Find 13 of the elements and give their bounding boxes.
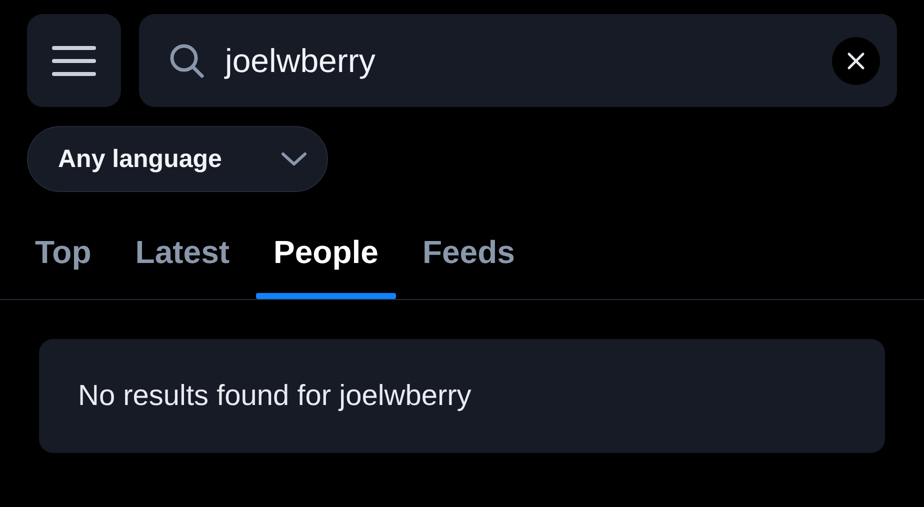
clear-button[interactable] — [832, 36, 880, 84]
tab[interactable]: Feeds — [404, 220, 533, 299]
search-icon — [169, 42, 205, 78]
search-field[interactable]: joelwberry — [139, 14, 897, 107]
menu-icon — [52, 44, 96, 76]
menu-button[interactable] — [27, 14, 121, 107]
language-dropdown[interactable]: Any language — [27, 126, 328, 192]
chevron-icon — [281, 152, 307, 166]
close-icon — [847, 52, 865, 70]
tab[interactable]: People — [256, 220, 396, 299]
tab[interactable]: Top — [17, 220, 110, 299]
tab[interactable]: Latest — [117, 220, 248, 299]
no-results-message: No results found for joelwberry — [78, 380, 472, 412]
